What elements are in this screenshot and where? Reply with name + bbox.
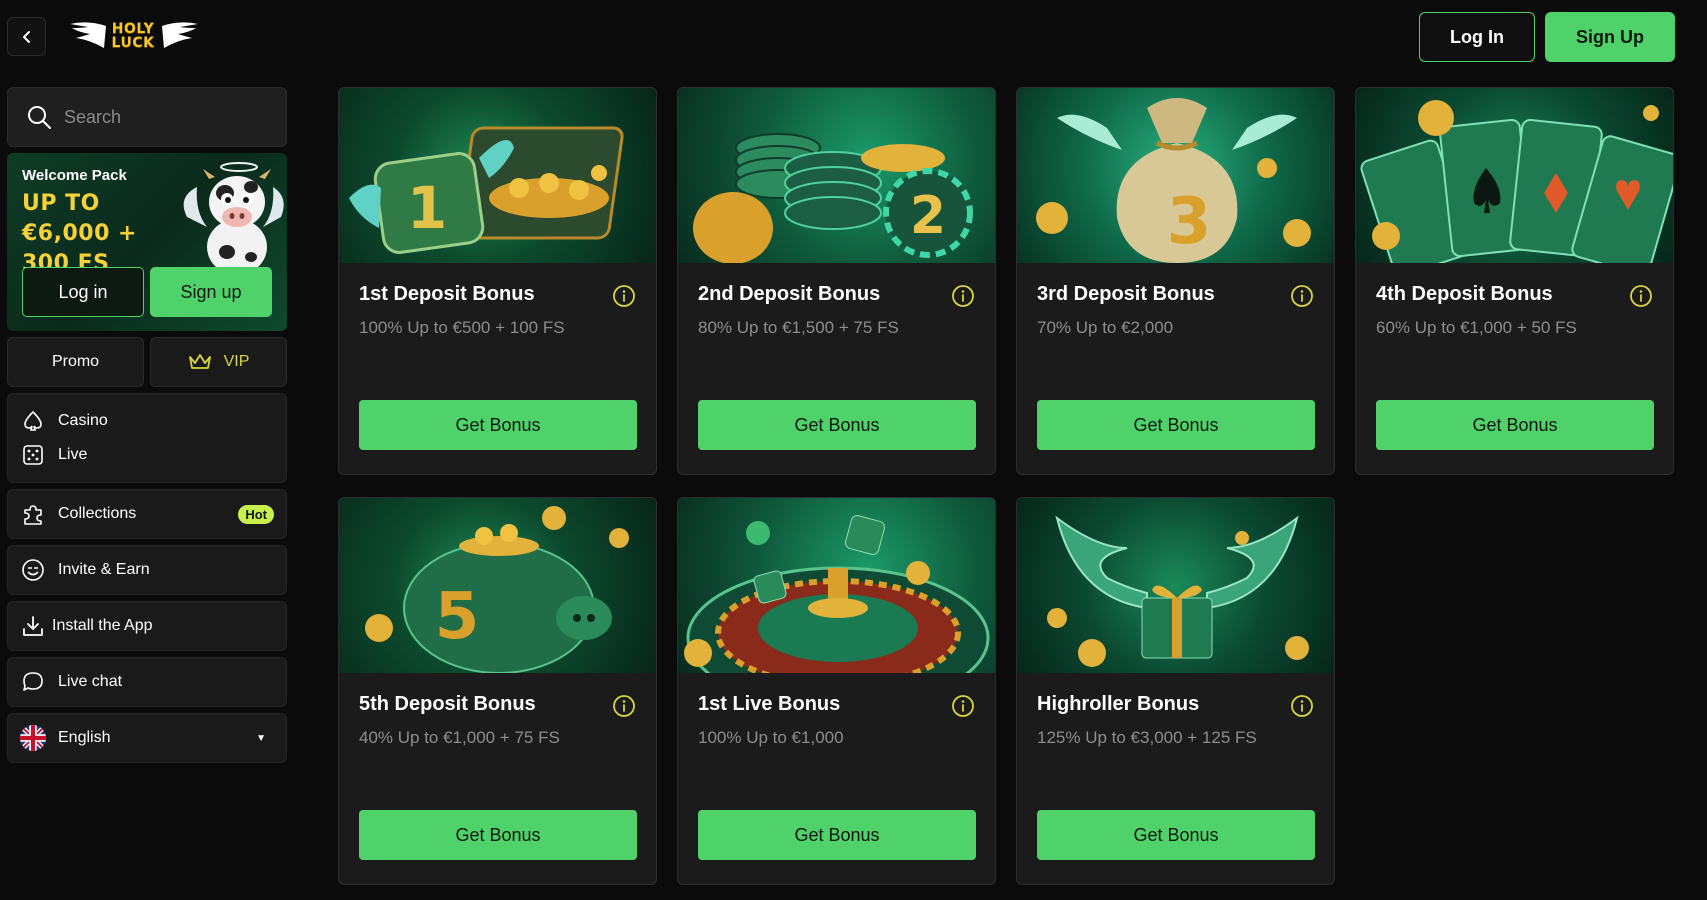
- logo[interactable]: HOLY LUCK: [68, 18, 200, 56]
- smile-icon: [20, 557, 46, 583]
- bonus-image-casino-chips: 2: [678, 88, 995, 263]
- info-icon[interactable]: [612, 284, 636, 308]
- login-button[interactable]: Log In: [1419, 12, 1535, 62]
- bonus-title: 3rd Deposit Bonus: [1037, 283, 1215, 305]
- bonus-image-money-bag: 3: [1017, 88, 1334, 263]
- bonus-description: 100% Up to €500 + 100 FS: [359, 318, 565, 337]
- svg-text:5: 5: [435, 580, 480, 654]
- bonus-card: 1st Live Bonus 100% Up to €1,000 Get Bon…: [677, 497, 996, 885]
- dice-icon: [20, 442, 46, 468]
- hot-badge: Hot: [238, 504, 274, 524]
- bonus-description: 125% Up to €3,000 + 125 FS: [1037, 728, 1257, 747]
- cow-mascot-icon: [183, 162, 284, 275]
- search-input[interactable]: Search: [7, 87, 287, 147]
- bonus-title: 4th Deposit Bonus: [1376, 283, 1553, 305]
- chat-bubble-icon: [20, 669, 46, 695]
- promo-button[interactable]: Promo: [7, 337, 144, 387]
- games-menu: Casino Live: [7, 393, 287, 483]
- bonus-card: 5 5th Deposit Bonus 40% Up to €1,000 + 7…: [338, 497, 657, 885]
- welcome-title: Welcome Pack: [22, 167, 127, 184]
- sidebar-item-label: Collections: [58, 505, 137, 522]
- bonus-image-playing-cards: [1356, 88, 1673, 263]
- bonus-image-winged-gift: [1017, 498, 1334, 673]
- chevron-left-icon: [22, 30, 30, 43]
- sidebar: Search Welcome Pack UP TO €6,000 + 300 F…: [7, 87, 287, 763]
- get-bonus-button[interactable]: Get Bonus: [698, 400, 976, 450]
- info-icon[interactable]: [1290, 284, 1314, 308]
- search-placeholder: Search: [64, 106, 122, 127]
- sidebar-item-live[interactable]: Live: [20, 438, 274, 472]
- signup-button[interactable]: Sign Up: [1545, 12, 1675, 62]
- bonus-image-piggy-bank: 5: [339, 498, 656, 673]
- bonus-description: 40% Up to €1,000 + 75 FS: [359, 728, 560, 747]
- bonus-title: 1st Deposit Bonus: [359, 283, 535, 305]
- vip-label: VIP: [223, 353, 250, 370]
- sidebar-item-label: Live chat: [58, 673, 123, 690]
- get-bonus-button[interactable]: Get Bonus: [359, 810, 637, 860]
- bonus-title: Highroller Bonus: [1037, 693, 1200, 715]
- svg-text:3: 3: [1167, 185, 1212, 259]
- svg-text:1: 1: [407, 174, 447, 242]
- bonus-card: 3 3rd Deposit Bonus 70% Up to €2,000 Get…: [1016, 87, 1335, 475]
- info-icon[interactable]: [951, 284, 975, 308]
- crown-icon: [188, 354, 211, 369]
- get-bonus-button[interactable]: Get Bonus: [359, 400, 637, 450]
- bonus-title: 5th Deposit Bonus: [359, 693, 536, 715]
- language-selector[interactable]: English ▼: [7, 713, 287, 763]
- bonus-title: 1st Live Bonus: [698, 693, 841, 715]
- logo-text: HOLY LUCK: [111, 21, 155, 51]
- get-bonus-button[interactable]: Get Bonus: [698, 810, 976, 860]
- sidebar-item-label: Live: [58, 446, 88, 463]
- back-button[interactable]: [7, 17, 46, 56]
- svg-text:2: 2: [910, 186, 946, 246]
- info-icon[interactable]: [1629, 284, 1653, 308]
- bonus-description: 80% Up to €1,500 + 75 FS: [698, 318, 899, 337]
- get-bonus-button[interactable]: Get Bonus: [1376, 400, 1654, 450]
- sidebar-item-label: Install the App: [52, 617, 153, 634]
- get-bonus-button[interactable]: Get Bonus: [1037, 810, 1315, 860]
- welcome-pack-banner[interactable]: Welcome Pack UP TO €6,000 + 300 FS Log i…: [7, 153, 287, 331]
- spade-icon: [20, 408, 46, 434]
- language-label: English: [58, 729, 111, 746]
- bonus-card: 2 2nd Deposit Bonus 80% Up to €1,500 + 7…: [677, 87, 996, 475]
- sidebar-item-live-chat[interactable]: Live chat: [7, 657, 287, 707]
- puzzle-icon: [20, 501, 46, 527]
- bonus-description: 70% Up to €2,000: [1037, 318, 1174, 337]
- bonus-image-roulette: [678, 498, 995, 673]
- get-bonus-button[interactable]: Get Bonus: [1037, 400, 1315, 450]
- info-icon[interactable]: [612, 694, 636, 718]
- welcome-signup-button[interactable]: Sign up: [150, 267, 272, 317]
- welcome-amount: UP TO €6,000 + 300 FS: [22, 191, 137, 276]
- bonus-title: 2nd Deposit Bonus: [698, 283, 881, 305]
- uk-flag-icon: [20, 725, 46, 751]
- download-icon: [20, 613, 46, 639]
- welcome-login-button[interactable]: Log in: [22, 267, 144, 317]
- bonus-description: 100% Up to €1,000: [698, 728, 844, 747]
- search-icon: [28, 106, 51, 129]
- info-icon[interactable]: [1290, 694, 1314, 718]
- bonus-image-treasure-chest: 1: [339, 88, 656, 263]
- info-icon[interactable]: [951, 694, 975, 718]
- sidebar-item-casino[interactable]: Casino: [20, 404, 274, 438]
- bonus-card: 1 1st Deposit Bonus 100% Up to €500 + 10…: [338, 87, 657, 475]
- sidebar-item-collections[interactable]: Collections Hot: [7, 489, 287, 539]
- promo-vip-row: Promo VIP: [7, 337, 287, 387]
- vip-button[interactable]: VIP: [150, 337, 287, 387]
- sidebar-item-label: Casino: [58, 412, 108, 429]
- promo-label: Promo: [51, 353, 100, 370]
- bonus-card: 4th Deposit Bonus 60% Up to €1,000 + 50 …: [1355, 87, 1674, 475]
- sidebar-item-label: Invite & Earn: [58, 561, 150, 578]
- bonus-description: 60% Up to €1,000 + 50 FS: [1376, 318, 1577, 337]
- sidebar-item-invite[interactable]: Invite & Earn: [7, 545, 287, 595]
- bonus-card: Highroller Bonus 125% Up to €3,000 + 125…: [1016, 497, 1335, 885]
- caret-down-icon: ▼: [256, 732, 266, 744]
- sidebar-item-install-app[interactable]: Install the App: [7, 601, 287, 651]
